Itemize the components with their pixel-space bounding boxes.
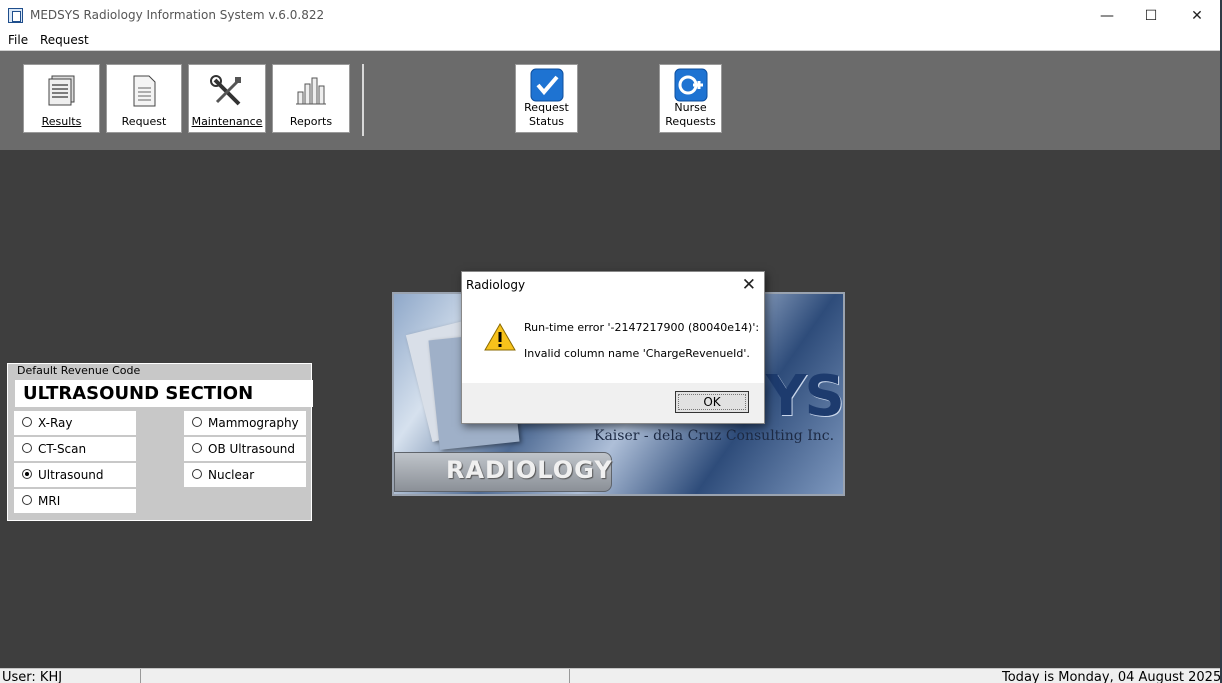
results-button[interactable]: Results [23,64,100,133]
toolbar: Results Request Maintenance Reports Requ… [0,51,1222,150]
radio-mri[interactable] [22,495,32,505]
dialog-title: Radiology [466,278,526,292]
radio-nuclear[interactable] [192,469,202,479]
window-title: MEDSYS Radiology Information System v.6.… [30,8,325,22]
splash-company: Kaiser - dela Cruz Consulting Inc. [594,428,835,444]
status-user: User: KHJ [2,670,63,683]
menu-bar: File Request [0,31,1222,51]
option-mri[interactable]: MRI [14,489,136,513]
menu-file[interactable]: File [8,33,28,47]
nurse-requests-label-2: Requests [665,115,716,128]
option-nuclear[interactable]: Nuclear [184,463,306,487]
request-status-label-1: Request [524,101,569,114]
ok-button[interactable]: OK [675,391,749,413]
request-icon [133,75,156,107]
option-ob-ultrasound[interactable]: OB Ultrasound [184,437,306,461]
section-title: ULTRASOUND SECTION [15,380,313,407]
results-label: Results [41,115,82,128]
warning-icon [484,323,516,351]
nurse-requests-button[interactable]: Nurse Requests [659,64,722,133]
option-mammography[interactable]: Mammography [184,411,306,435]
radio-xray[interactable] [22,417,32,427]
wrench-screwdriver-icon [210,75,241,106]
menu-request[interactable]: Request [40,33,89,47]
reports-button[interactable]: Reports [272,64,350,133]
default-revenue-code-panel: Default Revenue Code ULTRASOUND SECTION … [7,363,313,521]
radio-ultrasound[interactable] [22,469,32,479]
close-button[interactable]: ✕ [1174,0,1220,31]
maximize-button[interactable]: ☐ [1128,0,1174,31]
error-message-line1: Run-time error '-2147217900 (80040e14)': [524,321,760,334]
reports-label: Reports [289,115,333,128]
bar-chart-icon [296,77,326,105]
request-label: Request [121,115,167,128]
radio-mammography[interactable] [192,417,202,427]
title-bar: MEDSYS Radiology Information System v.6.… [0,0,1222,31]
nurse-requests-label-1: Nurse [674,101,707,114]
radio-ob-ultrasound[interactable] [192,443,202,453]
splash-radiology-label: RADIOLOGY [446,456,613,484]
checkmark-icon [530,68,563,102]
request-button[interactable]: Request [106,64,182,133]
request-status-button[interactable]: Request Status [515,64,578,133]
radio-ctscan[interactable] [22,443,32,453]
error-message-line2: Invalid column name 'ChargeRevenueId'. [524,347,750,360]
option-ctscan[interactable]: CT-Scan [14,437,136,461]
request-status-label-2: Status [528,115,565,128]
maintenance-label: Maintenance [191,115,263,128]
status-bar: User: KHJ Today is Monday, 04 August 202… [0,668,1222,683]
option-xray[interactable]: X-Ray [14,411,136,435]
app-icon [8,8,23,23]
dialog-close-icon[interactable]: ✕ [742,275,756,295]
maintenance-button[interactable]: Maintenance [188,64,266,133]
status-divider [140,669,141,683]
status-date: Today is Monday, 04 August 2025 [1002,670,1222,683]
minimize-button[interactable]: — [1084,0,1130,31]
results-icon [48,75,74,106]
toolbar-separator [362,64,364,136]
splash-brand-text: YS [766,364,843,429]
option-ultrasound[interactable]: Ultrasound [14,463,136,487]
dialog-title-bar: Radiology ✕ [462,272,764,299]
dialog-body: Run-time error '-2147217900 (80040e14)':… [462,299,764,383]
error-dialog: Radiology ✕ Run-time error '-2147217900 … [461,271,765,424]
nurse-requests-icon [674,68,707,102]
panel-legend: Default Revenue Code [16,364,142,377]
status-divider [569,669,570,683]
